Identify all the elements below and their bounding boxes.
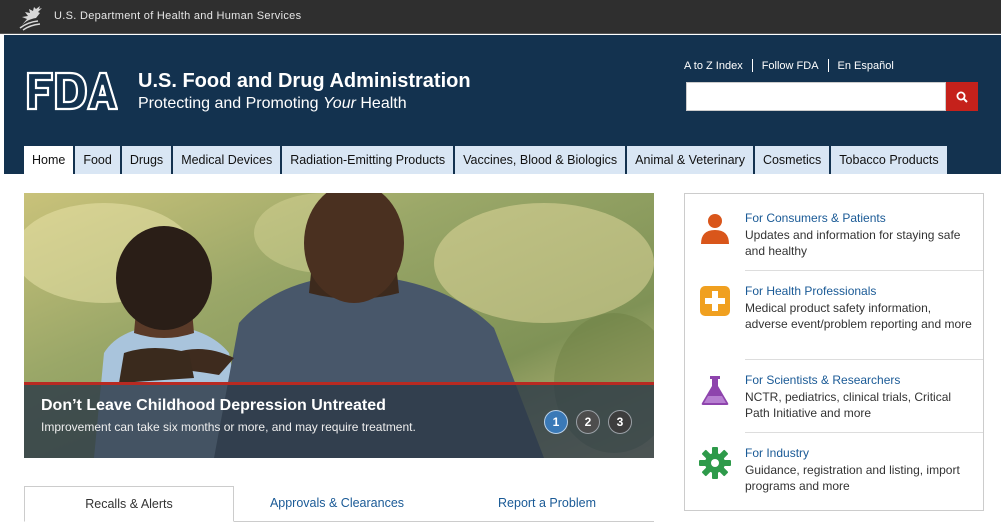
slide-dot-2[interactable]: 2 (576, 410, 600, 434)
a-to-z-index-link[interactable]: A to Z Index (684, 60, 743, 72)
audience-link-scientists[interactable]: For Scientists & Researchers (745, 373, 900, 387)
en-espanol-link[interactable]: En Español (838, 60, 894, 72)
search-button[interactable] (946, 82, 978, 111)
audience-divider (745, 359, 983, 360)
audience-desc-industry: Guidance, registration and listing, impo… (745, 463, 960, 493)
audience-desc-scientists: NCTR, pediatrics, clinical trials, Criti… (745, 390, 952, 420)
utility-separator (827, 59, 829, 72)
hhs-eagle-icon[interactable] (16, 3, 46, 31)
slide-dot-3[interactable]: 3 (608, 410, 632, 434)
page: { "hhs_bar": { "text": "U.S. Department … (0, 0, 1001, 530)
audience-link-industry[interactable]: For Industry (745, 446, 809, 460)
gear-icon (699, 447, 731, 479)
tagline-suffix: Health (355, 95, 407, 112)
nav-tab-food[interactable]: Food (75, 146, 122, 174)
nav-tab-animal-veterinary[interactable]: Animal & Veterinary (627, 146, 755, 174)
audience-desc-health-professionals: Medical product safety information, adve… (745, 301, 972, 331)
slide-dot-1[interactable]: 1 (544, 410, 568, 434)
tagline-prefix: Protecting and Promoting (138, 95, 323, 112)
hhs-link[interactable]: U.S. Department of Health and Human Serv… (54, 10, 301, 22)
fda-logo[interactable] (26, 71, 118, 111)
nav-tab-radiation-emitting-products[interactable]: Radiation-Emitting Products (282, 146, 456, 174)
hero-carousel[interactable]: Don’t Leave Childhood Depression Untreat… (24, 193, 654, 458)
utility-links: A to Z Index Follow FDA En Español (684, 59, 894, 72)
nav-tab-drugs[interactable]: Drugs (121, 146, 174, 174)
person-icon (701, 214, 729, 244)
hero-caption: Don’t Leave Childhood Depression Untreat… (24, 382, 654, 458)
audience-link-consumers[interactable]: For Consumers & Patients (745, 211, 886, 225)
follow-fda-link[interactable]: Follow FDA (762, 60, 819, 72)
audience-panel: For Consumers & Patients Updates and inf… (684, 193, 984, 511)
search-icon (956, 91, 968, 103)
utility-separator (751, 59, 753, 72)
audience-link-health-professionals[interactable]: For Health Professionals (745, 284, 876, 298)
nav-tab-tobacco-products[interactable]: Tobacco Products (831, 146, 947, 174)
hhs-bar: U.S. Department of Health and Human Serv… (0, 0, 1001, 34)
nav-tab-medical-devices[interactable]: Medical Devices (173, 146, 283, 174)
flask-icon (701, 376, 729, 405)
tagline: Protecting and Promoting Your Health (138, 95, 407, 113)
hero-subtitle: Improvement can take six months or more,… (41, 420, 416, 434)
tab-recalls-alerts[interactable]: Recalls & Alerts (24, 486, 234, 522)
tagline-emphasis: Your (323, 95, 356, 112)
tab-approvals-clearances[interactable]: Approvals & Clearances (234, 486, 440, 522)
nav-tab-home[interactable]: Home (24, 146, 76, 174)
nav-tab-vaccines-blood-biologics[interactable]: Vaccines, Blood & Biologics (455, 146, 628, 174)
nav-tab-cosmetics[interactable]: Cosmetics (754, 146, 832, 174)
audience-divider (745, 432, 983, 433)
medical-cross-icon (700, 286, 730, 316)
search-input[interactable] (686, 82, 946, 111)
hero-title[interactable]: Don’t Leave Childhood Depression Untreat… (41, 397, 386, 415)
agency-name[interactable]: U.S. Food and Drug Administration (138, 70, 471, 93)
audience-divider (745, 270, 983, 271)
tab-report-a-problem[interactable]: Report a Problem (440, 486, 654, 522)
audience-desc-consumers: Updates and information for staying safe… (745, 228, 961, 258)
main-nav: Home Food Drugs Medical Devices Radiatio… (24, 146, 947, 174)
